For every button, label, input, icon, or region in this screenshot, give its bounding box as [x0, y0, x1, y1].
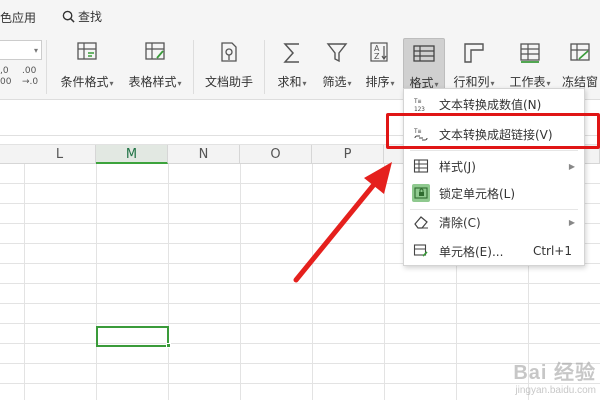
spreadsheet-window: 色应用 查找 ▾ ,0 00 .00 →.0 条件格式▾ 表格样式▾ 文档助手 …: [0, 0, 600, 400]
text-to-number-icon: T≡ 123: [412, 95, 430, 113]
column-header-filler: [0, 145, 24, 164]
font-size-select[interactable]: ▾: [0, 40, 42, 60]
worksheet-label: 工作表: [509, 75, 546, 89]
svg-text:T≡: T≡: [414, 98, 422, 105]
watermark-logo: Bai 经验: [513, 362, 596, 384]
style-icon: [412, 157, 430, 175]
sort-button[interactable]: A Z 排序▾: [360, 38, 400, 94]
watermark-url: jingyan.baidu.com: [515, 385, 596, 396]
menu-item-label: 清除(C): [439, 215, 481, 230]
freeze-panes-button[interactable]: 冻结窗: [560, 38, 600, 94]
column-header-l[interactable]: L: [24, 145, 96, 164]
increase-decimal-icon-b: 00: [0, 77, 12, 87]
menu-item-shortcut: Ctrl+1: [532, 244, 572, 258]
highlight-box: [386, 113, 600, 149]
rows-cols-button[interactable]: 行和列▾: [450, 38, 498, 94]
doc-assistant-icon: [221, 42, 237, 62]
search-label: 查找: [78, 10, 103, 24]
menu-item-format-cells[interactable]: 单元格(E)... Ctrl+1: [404, 236, 584, 266]
menu-item-label: 单元格(E)...: [439, 244, 504, 259]
submenu-arrow-icon: ▶: [568, 217, 575, 227]
menu-item-label: 锁定单元格(L): [439, 186, 516, 201]
svg-text:123: 123: [414, 106, 425, 112]
column-header-m[interactable]: M: [96, 145, 168, 164]
conditional-format-label: 条件格式: [60, 75, 109, 89]
decimal-buttons: ,0 00 .00 →.0: [0, 66, 42, 90]
sort-az-icon: A Z: [370, 42, 388, 62]
conditional-format-icon: [77, 42, 97, 60]
decrease-decimal-icon-b: →.0: [22, 77, 39, 87]
column-header-p[interactable]: P: [312, 145, 384, 164]
selected-cell[interactable]: [96, 326, 169, 347]
fill-handle[interactable]: [166, 343, 171, 348]
doc-assistant-button[interactable]: 文档助手: [200, 38, 258, 94]
lock-cell-icon: [412, 184, 430, 202]
rows-cols-label: 行和列: [453, 75, 490, 89]
table-style-label: 表格样式: [128, 75, 177, 89]
filter-label: 筛选: [322, 75, 347, 89]
sort-label: 排序: [365, 75, 390, 89]
doc-assistant-label: 文档助手: [204, 75, 253, 89]
menu-bar: 色应用 查找: [0, 0, 600, 34]
filter-icon: [326, 43, 348, 63]
ribbon-divider: [193, 40, 194, 94]
table-style-icon: [145, 42, 165, 60]
menu-item-label: 样式(J): [439, 159, 476, 174]
sum-label: 求和: [277, 75, 302, 89]
menu-item-lock-cell[interactable]: 锁定单元格(L): [404, 178, 584, 208]
table-style-button[interactable]: 表格样式▾: [124, 38, 186, 94]
increase-decimal-icon[interactable]: ,0: [0, 66, 9, 76]
svg-text:Z: Z: [374, 52, 380, 61]
ribbon-divider: [46, 40, 47, 94]
format-table-icon: [413, 45, 435, 62]
chevron-down-icon: ▾: [33, 46, 38, 55]
search-tab[interactable]: 查找: [62, 8, 102, 25]
color-app-tab[interactable]: 色应用: [0, 9, 36, 26]
menu-item-clear[interactable]: 清除(C) ▶: [404, 207, 584, 237]
cell-format-icon: [412, 242, 430, 260]
search-icon: [62, 10, 75, 23]
watermark: Bai 经验 jingyan.baidu.com: [513, 356, 596, 396]
worksheet-icon: [520, 43, 540, 63]
conditional-format-button[interactable]: 条件格式▾: [56, 38, 118, 94]
format-button[interactable]: 格式▾: [403, 38, 445, 94]
worksheet-button[interactable]: 工作表▾: [505, 38, 555, 94]
submenu-arrow-icon: ▶: [568, 161, 575, 171]
sigma-icon: [283, 43, 299, 63]
rows-cols-icon: [464, 43, 484, 63]
menu-item-style[interactable]: 样式(J) ▶: [404, 151, 584, 181]
sum-button[interactable]: 求和▾: [270, 38, 314, 94]
eraser-icon: [412, 213, 430, 231]
decrease-decimal-icon[interactable]: .00: [22, 66, 36, 76]
freeze-panes-icon: [570, 43, 590, 61]
column-header-o[interactable]: O: [240, 145, 312, 164]
ribbon-divider: [264, 40, 265, 94]
freeze-panes-label: 冻结窗: [561, 75, 598, 89]
column-header-n[interactable]: N: [168, 145, 240, 164]
filter-button[interactable]: 筛选▾: [316, 38, 358, 94]
menu-item-label: 文本转换成数值(N): [439, 97, 542, 112]
